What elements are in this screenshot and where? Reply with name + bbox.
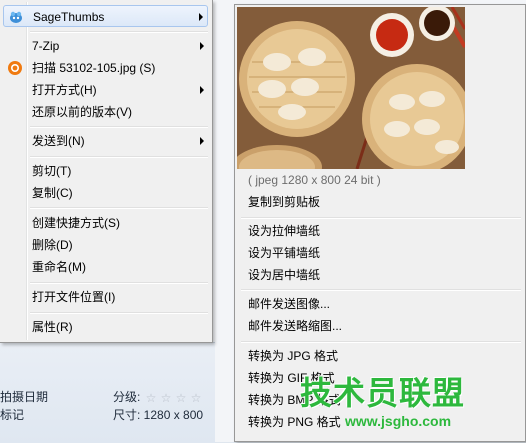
menu-separator: [30, 156, 208, 158]
watermark-url: www.jsgho.com: [345, 413, 452, 429]
image-info-text: ( jpeg 1280 x 800 24 bit ): [248, 173, 381, 187]
menu-item-label: 发送到(N): [32, 134, 85, 148]
submenu-item-wallpaper-center[interactable]: 设为居中墙纸: [238, 264, 522, 286]
submenu-item-label: 设为居中墙纸: [248, 268, 321, 282]
menu-item-label: SageThumbs: [33, 10, 105, 24]
star-icon[interactable]: ☆: [160, 392, 172, 404]
menu-item-copy[interactable]: 复制(C): [3, 182, 208, 204]
menu-separator: [30, 312, 208, 314]
menu-separator: [30, 282, 208, 284]
dimensions-label: 尺寸: 1280 x 800: [113, 408, 204, 422]
rating-stars[interactable]: ☆ ☆ ☆ ☆: [145, 392, 202, 404]
menu-separator: [30, 207, 208, 209]
menu-item-label: 重命名(M): [32, 260, 86, 274]
menu-item-label: 扫描 53102-105.jpg (S): [32, 61, 156, 75]
details-pane: 拍摄日期 分级: ☆ ☆ ☆ ☆ 标记 尺寸: 1280 x 800: [0, 342, 215, 443]
submenu-item-mail-thumbnail[interactable]: 邮件发送略缩图...: [238, 315, 522, 337]
menu-item-open-file-location[interactable]: 打开文件位置(I): [3, 286, 208, 308]
context-menu: SageThumbs 7-Zip 扫描 53102-105.jpg (S) 打开…: [0, 0, 213, 343]
menu-separator: [30, 31, 208, 33]
menu-item-properties[interactable]: 属性(R): [3, 316, 208, 338]
menu-item-cut[interactable]: 剪切(T): [3, 160, 208, 182]
submenu-item-wallpaper-stretch[interactable]: 设为拉伸墙纸: [238, 220, 522, 242]
image-thumbnail: [237, 7, 465, 169]
star-icon[interactable]: ☆: [175, 392, 187, 404]
menu-separator: [30, 126, 208, 128]
menu-item-label: 还原以前的版本(V): [32, 105, 132, 119]
submenu-item-label: 设为拉伸墙纸: [248, 224, 321, 238]
menu-item-label: 剪切(T): [32, 164, 72, 178]
menu-item-label: 7-Zip: [32, 39, 60, 53]
submenu-arrow-icon: [199, 13, 203, 21]
star-icon[interactable]: ☆: [145, 392, 157, 404]
submenu-item-copy-clipboard[interactable]: 复制到剪贴板: [238, 191, 522, 213]
submenu-arrow-icon: [200, 137, 204, 145]
menu-item-label: 打开文件位置(I): [32, 290, 116, 304]
menu-item-open-with[interactable]: 打开方式(H): [3, 79, 208, 101]
menu-item-7zip[interactable]: 7-Zip: [3, 35, 208, 57]
submenu-item-convert-jpg[interactable]: 转换为 JPG 格式: [238, 345, 522, 367]
menu-separator: [241, 341, 521, 343]
image-info: ( jpeg 1280 x 800 24 bit ): [238, 169, 522, 191]
submenu-item-wallpaper-tile[interactable]: 设为平铺墙纸: [238, 242, 522, 264]
menu-separator: [241, 289, 521, 291]
submenu-item-label: 邮件发送略缩图...: [248, 319, 343, 333]
rating-label: 分级:: [113, 390, 141, 404]
submenu-item-label: 邮件发送图像...: [248, 297, 331, 311]
tags-label: 标记: [0, 408, 25, 422]
submenu-item-label: 复制到剪贴板: [248, 195, 321, 209]
submenu-item-label: 转换为 JPG 格式: [248, 349, 339, 363]
menu-item-restore-versions[interactable]: 还原以前的版本(V): [3, 101, 208, 123]
submenu-item-label: 转换为 PNG 格式: [248, 415, 341, 429]
submenu-arrow-icon: [200, 86, 204, 94]
antivirus-icon: [8, 61, 22, 75]
date-taken-label: 拍摄日期: [0, 390, 49, 404]
menu-item-scan[interactable]: 扫描 53102-105.jpg (S): [3, 57, 208, 79]
watermark-text: 技术员联盟: [300, 375, 466, 411]
menu-item-label: 删除(D): [32, 238, 73, 252]
menu-item-send-to[interactable]: 发送到(N): [3, 130, 208, 152]
menu-item-label: 创建快捷方式(S): [32, 216, 120, 230]
star-icon[interactable]: ☆: [190, 392, 202, 404]
submenu-arrow-icon: [200, 42, 204, 50]
menu-item-create-shortcut[interactable]: 创建快捷方式(S): [3, 212, 208, 234]
menu-item-sagethumbs[interactable]: SageThumbs: [3, 5, 208, 27]
submenu-item-mail-image[interactable]: 邮件发送图像...: [238, 293, 522, 315]
menu-item-label: 属性(R): [32, 320, 73, 334]
submenu-item-label: 设为平铺墙纸: [248, 246, 321, 260]
menu-item-delete[interactable]: 删除(D): [3, 234, 208, 256]
menu-item-label: 复制(C): [32, 186, 73, 200]
menu-separator: [241, 217, 521, 219]
menu-item-rename[interactable]: 重命名(M): [3, 256, 208, 278]
menu-item-label: 打开方式(H): [32, 83, 97, 97]
sagethumbs-icon: [10, 11, 22, 23]
dumplings-photo: [237, 7, 465, 169]
